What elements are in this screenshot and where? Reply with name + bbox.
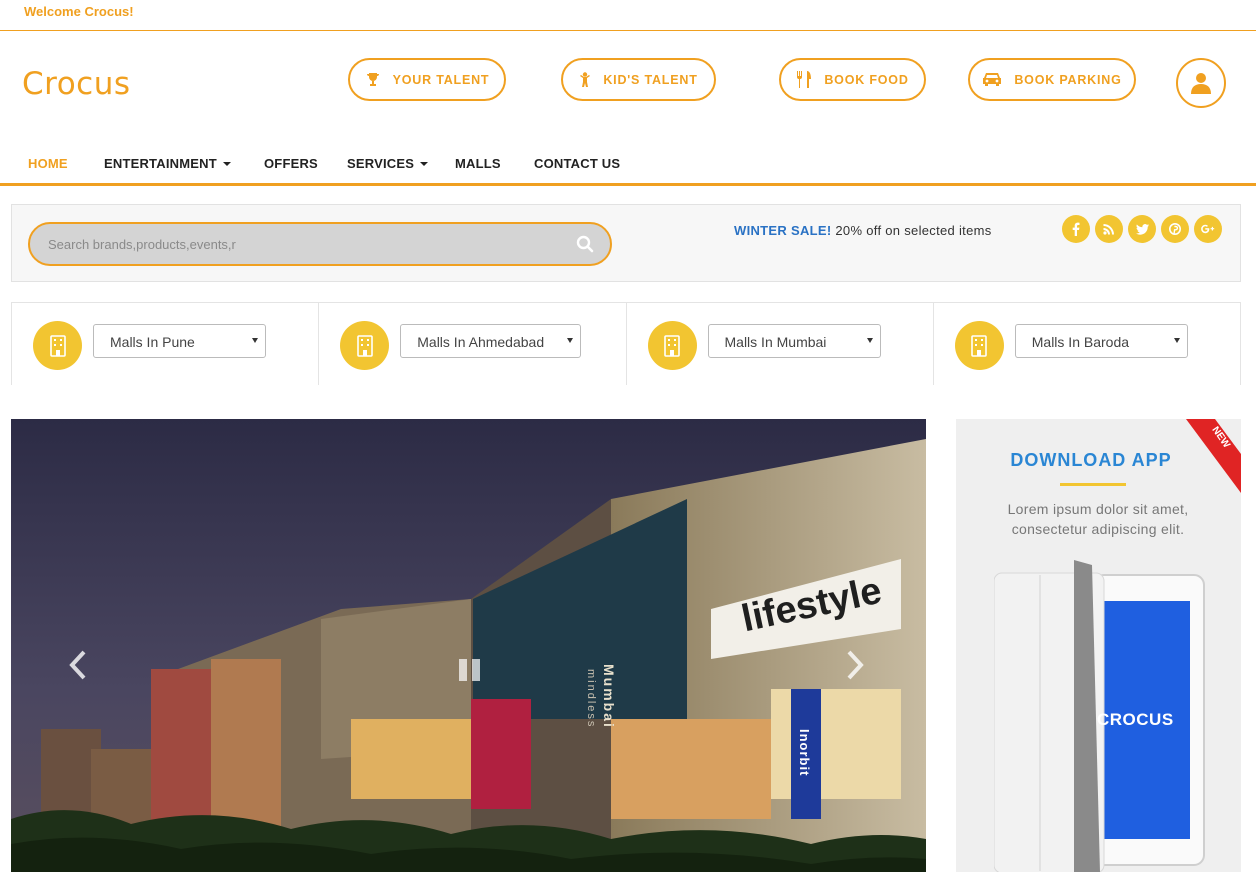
social-links (1062, 215, 1222, 243)
promo-highlight: WINTER SALE! (734, 223, 832, 238)
main-nav: HOME ENTERTAINMENT OFFERS SERVICES MALLS… (0, 150, 1256, 186)
user-icon (1191, 73, 1211, 94)
nav-item-entertainment[interactable]: ENTERTAINMENT (104, 156, 231, 171)
mall-select-ahmedabad[interactable]: Malls In Ahmedabad (400, 324, 582, 358)
mall-selector-row: Malls In Pune Malls In Ahmedabad Malls I… (11, 302, 1241, 385)
mall-select-mumbai[interactable]: Malls In Mumbai (707, 324, 881, 358)
select-arrow-icon (866, 338, 873, 343)
nav-entertainment-label: ENTERTAINMENT (104, 156, 217, 171)
search-box (28, 222, 612, 266)
hero-slider[interactable]: lifestyle Mumbai mindless Inorbit (11, 419, 926, 872)
building-icon (340, 321, 390, 370)
mall-select-value: Malls In Mumbai (724, 334, 827, 350)
select-arrow-icon (252, 338, 258, 343)
nav-malls-label: MALLS (455, 156, 501, 171)
vertical-sign: Mumbai (601, 664, 617, 729)
mall-select-pune[interactable]: Malls In Pune (93, 324, 266, 358)
tag-sign: mindless (585, 669, 597, 729)
select-arrow-icon (1173, 338, 1180, 343)
rss-icon[interactable] (1095, 215, 1123, 243)
prev-arrow-icon[interactable] (66, 649, 90, 681)
mall-cell-ahmedabad: Malls In Ahmedabad (319, 303, 627, 385)
mall-select-value: Malls In Pune (110, 334, 195, 350)
search-input[interactable] (48, 234, 568, 254)
mall-select-baroda[interactable]: Malls In Baroda (1014, 324, 1188, 358)
mall-cell-pune: Malls In Pune (12, 303, 320, 385)
nav-home-label: HOME (28, 156, 68, 171)
pinterest-icon[interactable] (1161, 215, 1189, 243)
top-bar: Welcome Crocus! (0, 0, 1256, 31)
child-icon (580, 71, 591, 87)
welcome-text: Welcome Crocus! (24, 4, 134, 19)
your-talent-label: YOUR TALENT (392, 72, 490, 87)
logo[interactable]: Crocus (22, 66, 131, 106)
twitter-icon[interactable] (1128, 215, 1156, 243)
nav-item-services[interactable]: SERVICES (347, 156, 429, 171)
caret-down-icon (420, 161, 429, 166)
download-app-panel: NEW DOWNLOAD APP Lorem ipsum dolor sit a… (956, 419, 1241, 872)
nav-item-home[interactable]: HOME (28, 156, 68, 171)
your-talent-button[interactable]: YOUR TALENT (348, 58, 506, 101)
building-icon (33, 321, 82, 370)
nav-services-label: SERVICES (347, 156, 415, 171)
title-underline (1060, 483, 1126, 486)
nav-contact-label: CONTACT US (534, 156, 621, 171)
promo-text: 20% off on selected items (835, 223, 992, 238)
download-app-title[interactable]: DOWNLOAD APP (956, 450, 1226, 471)
building-icon (647, 321, 697, 370)
mall-cell-baroda: Malls In Baroda (934, 303, 1240, 385)
kids-talent-label: KID'S TALENT (603, 72, 698, 87)
car-icon (983, 73, 1002, 86)
pause-icon[interactable] (457, 657, 483, 683)
cutlery-icon (797, 71, 812, 88)
select-arrow-icon (567, 338, 574, 343)
mall-photo (11, 419, 926, 872)
google-plus-icon[interactable] (1194, 215, 1222, 243)
mall-select-value: Malls In Ahmedabad (417, 334, 545, 350)
book-parking-label: BOOK PARKING (1014, 72, 1122, 87)
nav-item-offers[interactable]: OFFERS (264, 156, 318, 171)
trophy-icon (366, 73, 379, 86)
mall-cell-mumbai: Malls In Mumbai (627, 303, 934, 385)
next-arrow-icon[interactable] (843, 649, 867, 681)
promo-banner: WINTER SALE! 20% off on selected items (734, 223, 992, 238)
nav-offers-label: OFFERS (264, 156, 318, 171)
book-food-label: BOOK FOOD (824, 72, 909, 87)
kids-talent-button[interactable]: KID'S TALENT (561, 58, 716, 101)
download-app-description: Lorem ipsum dolor sit amet, consectetur … (1007, 501, 1189, 537)
caret-down-icon (222, 161, 231, 166)
nav-item-malls[interactable]: MALLS (455, 156, 501, 171)
book-food-button[interactable]: BOOK FOOD (779, 58, 926, 101)
tablet-screen-text: CROCUS (1097, 710, 1174, 729)
book-parking-button[interactable]: BOOK PARKING (968, 58, 1136, 101)
user-account-button[interactable] (1176, 58, 1226, 108)
nav-item-contact-us[interactable]: CONTACT US (534, 156, 620, 171)
mall-select-value: Malls In Baroda (1031, 334, 1130, 350)
search-band: WINTER SALE! 20% off on selected items (11, 204, 1241, 282)
logo-text: Crocus (22, 66, 131, 102)
facebook-icon[interactable] (1062, 215, 1090, 243)
brand-sign: Inorbit (797, 729, 812, 777)
search-icon[interactable] (576, 235, 594, 253)
building-icon (954, 321, 1004, 370)
